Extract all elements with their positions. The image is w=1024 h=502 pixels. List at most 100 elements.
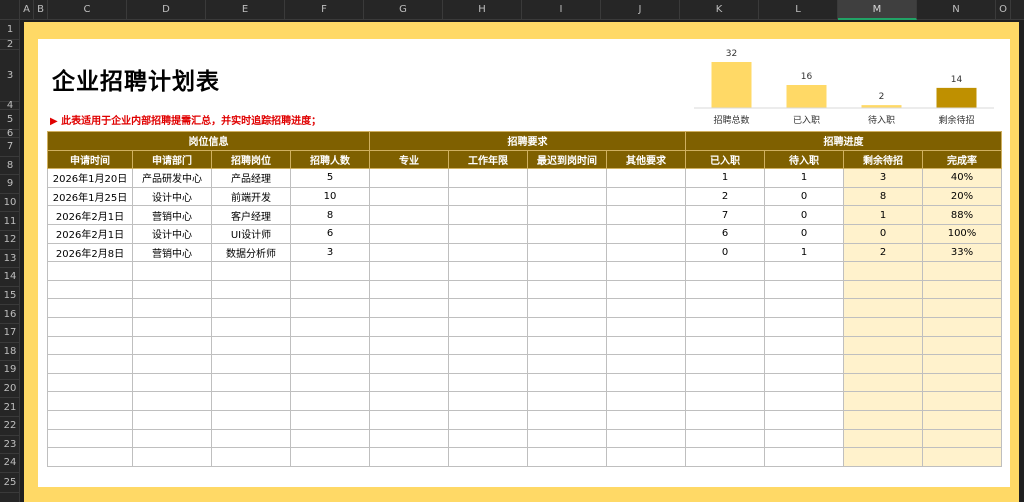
row-header-11[interactable]: 11	[0, 212, 20, 231]
table-cell[interactable]: 1	[764, 242, 844, 263]
table-cell[interactable]	[606, 205, 686, 225]
empty-cell[interactable]	[843, 447, 923, 467]
empty-cell[interactable]	[211, 428, 291, 449]
empty-cell[interactable]	[369, 354, 449, 374]
table-cell[interactable]	[606, 186, 686, 207]
table-cell[interactable]: 6	[685, 223, 765, 244]
empty-cell[interactable]	[290, 354, 370, 374]
empty-cell[interactable]	[606, 279, 686, 300]
header-cell[interactable]: 剩余待招	[843, 149, 923, 170]
empty-cell[interactable]	[843, 391, 923, 411]
table-cell[interactable]	[448, 223, 528, 244]
empty-cell[interactable]	[211, 372, 291, 393]
table-cell[interactable]: 7	[685, 205, 765, 225]
empty-cell[interactable]	[290, 372, 370, 393]
empty-cell[interactable]	[606, 298, 686, 318]
table-cell[interactable]: 6	[290, 223, 370, 244]
empty-cell[interactable]	[606, 372, 686, 393]
table-cell[interactable]	[448, 168, 528, 188]
empty-cell[interactable]	[47, 261, 133, 281]
empty-cell[interactable]	[922, 391, 1002, 411]
table-cell[interactable]	[527, 186, 607, 207]
column-header-m[interactable]: M	[838, 0, 917, 20]
header-cell[interactable]: 其他要求	[606, 149, 686, 170]
empty-cell[interactable]	[47, 316, 133, 337]
empty-cell[interactable]	[369, 298, 449, 318]
bar-0[interactable]	[711, 62, 752, 108]
column-header-g[interactable]: G	[364, 0, 443, 20]
column-header-o[interactable]: O	[996, 0, 1011, 20]
table-cell[interactable]	[448, 242, 528, 263]
header-cell[interactable]: 申请部门	[132, 149, 212, 170]
table-cell[interactable]: 20%	[922, 186, 1002, 207]
empty-cell[interactable]	[369, 428, 449, 449]
empty-cell[interactable]	[764, 428, 844, 449]
empty-cell[interactable]	[369, 261, 449, 281]
empty-cell[interactable]	[211, 354, 291, 374]
empty-cell[interactable]	[685, 428, 765, 449]
empty-cell[interactable]	[132, 391, 212, 411]
table-cell[interactable]: 产品研发中心	[132, 168, 212, 188]
empty-cell[interactable]	[527, 447, 607, 467]
column-header-d[interactable]: D	[127, 0, 206, 20]
empty-cell[interactable]	[527, 372, 607, 393]
empty-cell[interactable]	[47, 298, 133, 318]
empty-cell[interactable]	[685, 354, 765, 374]
table-cell[interactable]: 数据分析师	[211, 242, 291, 263]
empty-cell[interactable]	[922, 409, 1002, 430]
empty-cell[interactable]	[290, 391, 370, 411]
empty-cell[interactable]	[47, 354, 133, 374]
empty-cell[interactable]	[527, 298, 607, 318]
row-header-9[interactable]: 9	[0, 175, 20, 194]
empty-cell[interactable]	[369, 279, 449, 300]
empty-cell[interactable]	[527, 335, 607, 356]
bar-3[interactable]	[936, 87, 977, 108]
empty-cell[interactable]	[290, 447, 370, 467]
empty-cell[interactable]	[527, 354, 607, 374]
table-cell[interactable]: 0	[764, 205, 844, 225]
row-header-5[interactable]: 5	[0, 110, 20, 130]
table-cell[interactable]: 2026年2月1日	[47, 205, 133, 225]
empty-cell[interactable]	[527, 391, 607, 411]
column-header-k[interactable]: K	[680, 0, 759, 20]
empty-cell[interactable]	[764, 372, 844, 393]
row-header-13[interactable]: 13	[0, 250, 20, 269]
column-header-f[interactable]: F	[285, 0, 364, 20]
table-cell[interactable]	[448, 205, 528, 225]
empty-cell[interactable]	[290, 298, 370, 318]
row-header-20[interactable]: 20	[0, 380, 20, 399]
table-cell[interactable]: 10	[290, 186, 370, 207]
empty-cell[interactable]	[448, 428, 528, 449]
row-header-10[interactable]: 10	[0, 194, 20, 213]
table-cell[interactable]: 1	[843, 205, 923, 225]
empty-cell[interactable]	[685, 447, 765, 467]
table-cell[interactable]: 2026年2月8日	[47, 242, 133, 263]
empty-cell[interactable]	[606, 335, 686, 356]
empty-cell[interactable]	[132, 335, 212, 356]
table-cell[interactable]: UI设计师	[211, 223, 291, 244]
empty-cell[interactable]	[843, 316, 923, 337]
empty-cell[interactable]	[47, 372, 133, 393]
header-cell[interactable]: 完成率	[922, 149, 1002, 170]
empty-cell[interactable]	[764, 354, 844, 374]
empty-cell[interactable]	[132, 447, 212, 467]
table-cell[interactable]	[527, 223, 607, 244]
empty-cell[interactable]	[764, 447, 844, 467]
empty-cell[interactable]	[132, 354, 212, 374]
empty-cell[interactable]	[369, 391, 449, 411]
row-header-8[interactable]: 8	[0, 157, 20, 176]
table-cell[interactable]	[606, 223, 686, 244]
empty-cell[interactable]	[764, 261, 844, 281]
empty-cell[interactable]	[211, 409, 291, 430]
table-cell[interactable]: 2	[685, 186, 765, 207]
table-cell[interactable]: 88%	[922, 205, 1002, 225]
row-header-21[interactable]: 21	[0, 398, 20, 417]
empty-cell[interactable]	[685, 335, 765, 356]
row-header-6[interactable]: 6	[0, 128, 20, 139]
column-header-l[interactable]: L	[759, 0, 838, 20]
table-cell[interactable]: 100%	[922, 223, 1002, 244]
table-cell[interactable]	[527, 168, 607, 188]
empty-cell[interactable]	[47, 391, 133, 411]
empty-cell[interactable]	[527, 316, 607, 337]
empty-cell[interactable]	[764, 279, 844, 300]
